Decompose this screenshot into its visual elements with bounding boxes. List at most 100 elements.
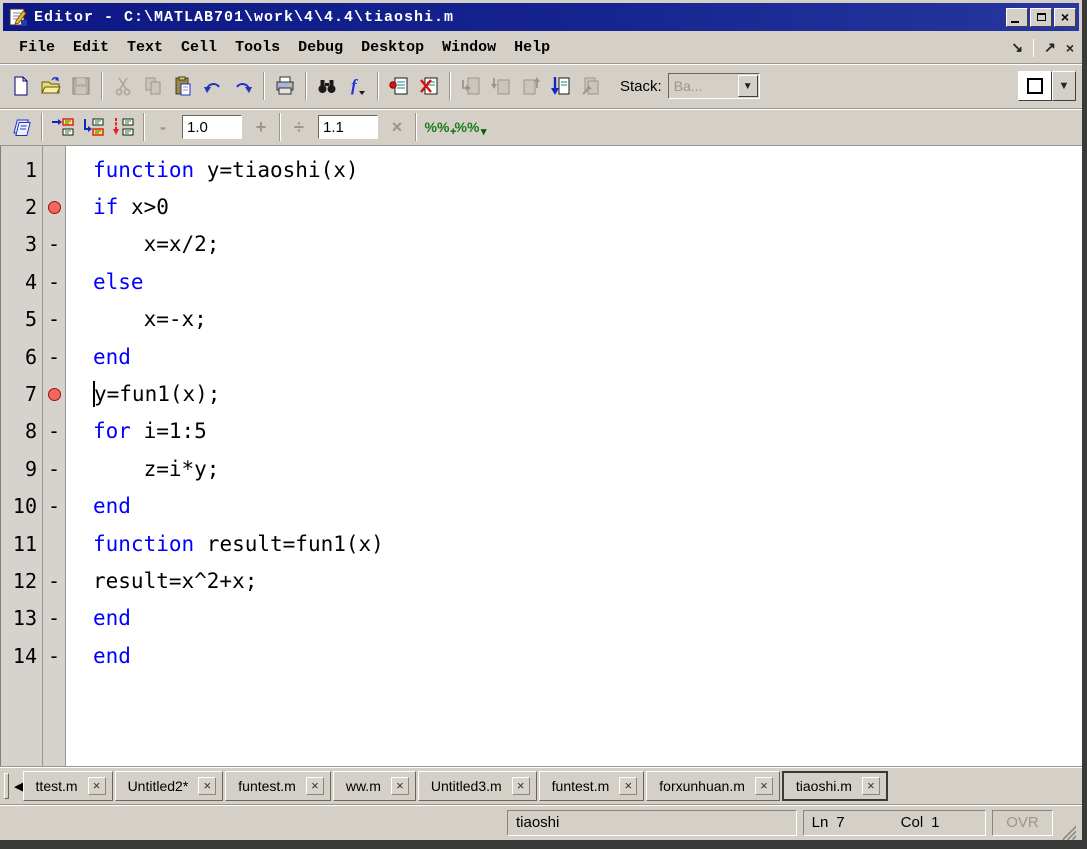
stack-dropdown-arrow[interactable]: ▼ — [738, 75, 758, 97]
menu-debug[interactable]: Debug — [289, 36, 352, 59]
title-bar[interactable]: Editor - C:\MATLAB701\work\4\4.4\tiaoshi… — [3, 3, 1079, 31]
increment-value-button[interactable]: + — [248, 114, 274, 140]
insert-cell-divider-menu-button[interactable]: %%▾ — [452, 112, 482, 142]
code-line[interactable]: 11function result=fun1(x) — [1, 525, 1082, 562]
evaluate-file-button[interactable] — [108, 112, 138, 142]
tab-close-button[interactable]: × — [755, 777, 773, 795]
executable-line-marker[interactable]: - — [42, 270, 66, 294]
save-button[interactable] — [66, 71, 96, 101]
code-line[interactable]: 2if x>0 — [1, 188, 1082, 225]
tile-layout-dropdown[interactable]: ▼ — [1052, 71, 1076, 101]
code-text[interactable]: z=i*y; — [66, 457, 1082, 481]
code-line[interactable]: 4-else — [1, 263, 1082, 300]
step-out-button[interactable] — [516, 71, 546, 101]
code-editor[interactable]: 1function y=tiaoshi(x)2if x>03- x=x/2;4-… — [0, 146, 1082, 766]
code-line[interactable]: 7y=fun1(x); — [1, 375, 1082, 412]
tab-close-button[interactable]: × — [619, 777, 637, 795]
evaluate-cell-and-advance-button[interactable] — [78, 112, 108, 142]
tab-close-button[interactable]: × — [88, 777, 106, 795]
new-file-button[interactable] — [6, 71, 36, 101]
close-document-icon[interactable]: × — [1066, 40, 1074, 56]
show-cell-titles-button[interactable] — [6, 112, 36, 142]
code-line[interactable]: 10-end — [1, 488, 1082, 525]
code-line[interactable]: 1function y=tiaoshi(x) — [1, 151, 1082, 188]
tab-close-button[interactable]: × — [391, 777, 409, 795]
code-line[interactable]: 6-end — [1, 338, 1082, 375]
executable-line-marker[interactable]: - — [42, 457, 66, 481]
undock-icon[interactable]: ↗ — [1044, 39, 1056, 56]
code-text[interactable]: function result=fun1(x) — [66, 532, 1082, 556]
step-button[interactable] — [456, 71, 486, 101]
code-text[interactable]: y=fun1(x); — [66, 381, 1082, 407]
menu-desktop[interactable]: Desktop — [352, 36, 433, 59]
tab-bar-grip[interactable] — [4, 773, 9, 799]
exit-debug-button[interactable] — [576, 71, 606, 101]
minimize-button[interactable] — [1006, 8, 1028, 27]
paste-button[interactable] — [168, 71, 198, 101]
tab-funtest-1[interactable]: funtest.m × — [225, 771, 331, 801]
code-text[interactable]: x=x/2; — [66, 232, 1082, 256]
tab-ttest[interactable]: ttest.m × — [23, 771, 113, 801]
executable-line-marker[interactable]: - — [42, 644, 66, 668]
code-line[interactable]: 5- x=-x; — [1, 301, 1082, 338]
code-line[interactable]: 12-result=x^2+x; — [1, 562, 1082, 599]
executable-line-marker[interactable]: - — [42, 307, 66, 331]
maximize-button[interactable] — [1030, 8, 1052, 27]
copy-button[interactable] — [138, 71, 168, 101]
cell-value-left-input[interactable] — [182, 115, 242, 139]
undo-button[interactable] — [198, 71, 228, 101]
cut-button[interactable] — [108, 71, 138, 101]
executable-line-marker[interactable]: - — [42, 606, 66, 630]
tab-untitled2[interactable]: Untitled2* × — [115, 771, 224, 801]
print-button[interactable] — [270, 71, 300, 101]
clear-all-breakpoints-button[interactable] — [414, 71, 444, 101]
open-file-button[interactable] — [36, 71, 66, 101]
code-text[interactable]: function y=tiaoshi(x) — [66, 158, 1082, 182]
decrement-value-button[interactable]: - — [150, 114, 176, 140]
executable-line-marker[interactable]: - — [42, 569, 66, 593]
code-text[interactable]: else — [66, 270, 1082, 294]
step-in-button[interactable] — [486, 71, 516, 101]
breakpoint-marker[interactable] — [42, 201, 66, 214]
code-line[interactable]: 9- z=i*y; — [1, 450, 1082, 487]
breakpoint-dot-icon[interactable] — [48, 388, 61, 401]
divide-value-button[interactable]: ÷ — [286, 114, 312, 140]
tab-close-button[interactable]: × — [198, 777, 216, 795]
find-button[interactable] — [312, 71, 342, 101]
evaluate-cell-button[interactable] — [48, 112, 78, 142]
code-text[interactable]: x=-x; — [66, 307, 1082, 331]
menu-window[interactable]: Window — [433, 36, 505, 59]
menu-edit[interactable]: Edit — [64, 36, 118, 59]
code-line[interactable]: 13-end — [1, 600, 1082, 637]
menu-file[interactable]: File — [10, 36, 64, 59]
breakpoint-dot-icon[interactable] — [48, 201, 61, 214]
run-continue-button[interactable] — [546, 71, 576, 101]
menu-text[interactable]: Text — [118, 36, 172, 59]
code-text[interactable]: end — [66, 606, 1082, 630]
code-text[interactable]: end — [66, 345, 1082, 369]
tab-untitled3[interactable]: Untitled3.m × — [418, 771, 537, 801]
redo-button[interactable] — [228, 71, 258, 101]
stack-combobox[interactable]: Ba... ▼ — [668, 73, 760, 99]
code-line[interactable]: 8-for i=1:5 — [1, 413, 1082, 450]
tab-close-button[interactable]: × — [306, 777, 324, 795]
tile-layout-button[interactable] — [1018, 71, 1052, 101]
code-text[interactable]: end — [66, 494, 1082, 518]
executable-line-marker[interactable]: - — [42, 345, 66, 369]
overwrite-indicator[interactable]: OVR — [992, 810, 1052, 836]
code-text[interactable]: for i=1:5 — [66, 419, 1082, 443]
executable-line-marker[interactable]: - — [42, 494, 66, 518]
close-button[interactable]: × — [1054, 8, 1076, 27]
tab-ww[interactable]: ww.m × — [333, 771, 416, 801]
code-text[interactable]: if x>0 — [66, 195, 1082, 219]
code-text[interactable]: end — [66, 644, 1082, 668]
code-line[interactable]: 3- x=x/2; — [1, 226, 1082, 263]
set-clear-breakpoint-button[interactable] — [384, 71, 414, 101]
multiply-value-button[interactable]: × — [384, 114, 410, 140]
menu-cell[interactable]: Cell — [172, 36, 226, 59]
menu-help[interactable]: Help — [505, 36, 559, 59]
insert-cell-divider-button[interactable]: %%+ — [422, 112, 452, 142]
tab-tiaoshi[interactable]: tiaoshi.m × — [782, 771, 888, 801]
code-text[interactable]: result=x^2+x; — [66, 569, 1082, 593]
executable-line-marker[interactable]: - — [42, 232, 66, 256]
